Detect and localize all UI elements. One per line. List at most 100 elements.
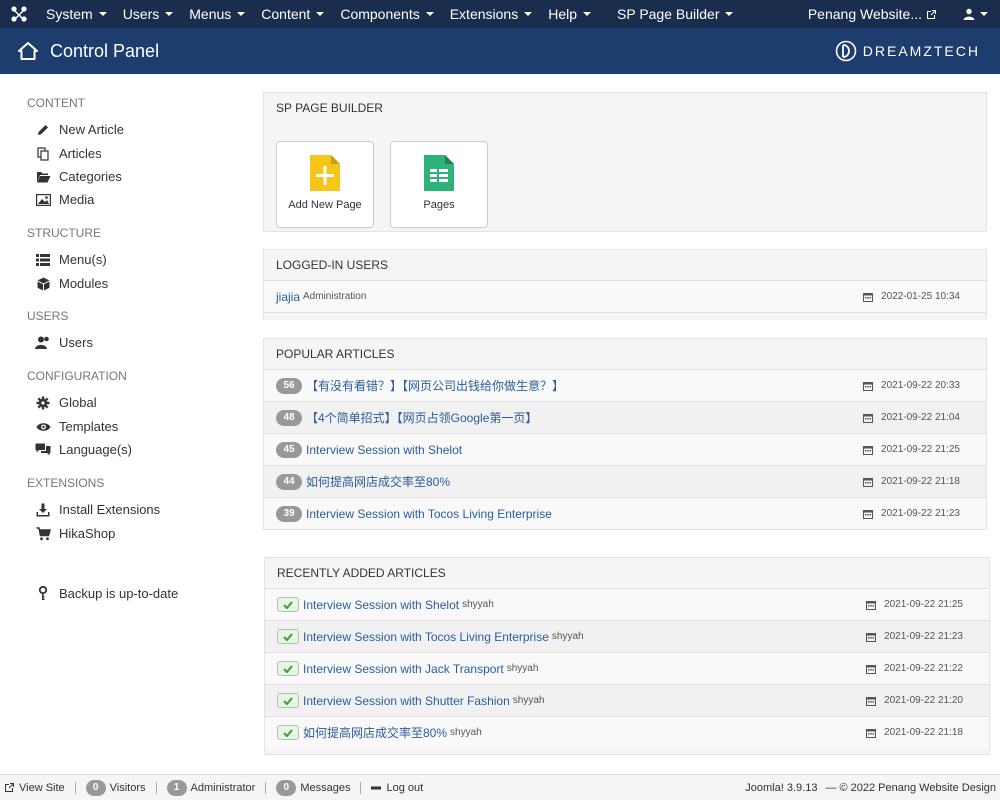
caret-down-icon (725, 12, 734, 16)
menu-sp-page-builder[interactable]: SP Page Builder (609, 0, 741, 28)
menu-label: Menus (189, 6, 232, 22)
sidebar-item-new-article[interactable]: New Article (35, 122, 124, 137)
published-check-icon[interactable] (277, 661, 299, 676)
menu-help[interactable]: Help (540, 0, 599, 28)
calendar-icon (863, 445, 874, 455)
gear-icon (35, 396, 51, 410)
menu-label: Users (122, 6, 160, 22)
sidebar-item-modules[interactable]: Modules (35, 276, 108, 291)
view-site-label: View Site (19, 781, 65, 794)
menu-label: SP Page Builder (617, 6, 720, 22)
administrator-status[interactable]: 1 Administrator (157, 775, 266, 800)
article-author: shyyah (512, 695, 545, 706)
sidebar-item-install-extensions[interactable]: Install Extensions (35, 502, 160, 517)
table-row: 如何提高网店成交率至80% shyyah 2021-09-22 21:18 (265, 716, 989, 748)
menu-system[interactable]: System (38, 0, 115, 28)
article-link[interactable]: 【4个简单招式】【网页占领Google第一页】 (306, 409, 537, 426)
sidebar-section-users: USERS (27, 309, 69, 323)
row-date: 2022-01-25 10:34 (863, 291, 960, 302)
article-link[interactable]: Interview Session with Tocos Living Ente… (303, 630, 549, 644)
published-check-icon[interactable] (277, 725, 299, 740)
article-author: shyyah (462, 599, 494, 610)
download-icon (35, 503, 51, 517)
sidebar-item-users[interactable]: Users (35, 335, 93, 350)
sidebar-item-menus[interactable]: Menu(s) (35, 252, 107, 267)
view-site-link[interactable]: View Site (0, 775, 75, 800)
logged-in-users-panel: LOGGED-IN USERS jiajia Administration 20… (263, 249, 987, 320)
calendar-icon (863, 381, 874, 391)
sidebar-item-label: HikaShop (59, 526, 116, 541)
calendar-icon (866, 696, 877, 706)
article-link[interactable]: Interview Session with Jack Transport (303, 662, 504, 676)
site-link-label: Penang Website... (807, 6, 922, 22)
page-title: Control Panel (50, 40, 160, 61)
date-text: 2021-09-22 21:23 (881, 508, 960, 519)
caret-down-icon (583, 12, 591, 16)
user-name-link[interactable]: jiajia (276, 290, 300, 304)
article-link[interactable]: Interview Session with Shelot (306, 443, 462, 457)
pages-button[interactable]: Pages (390, 141, 488, 228)
users-icon (35, 336, 51, 350)
hits-badge: 39 (276, 505, 302, 522)
menu-components[interactable]: Components (332, 0, 441, 28)
caret-down-icon (316, 12, 325, 16)
published-check-icon[interactable] (277, 597, 299, 612)
sidebar-section-structure: STRUCTURE (27, 226, 101, 240)
sidebar-item-label: Install Extensions (59, 502, 161, 517)
top-navbar: System Users Menus Content Components Ex… (0, 0, 1000, 28)
add-new-page-button[interactable]: Add New Page (276, 141, 374, 228)
sidebar-item-media[interactable]: Media (35, 192, 94, 207)
menu-users[interactable]: Users (115, 0, 182, 28)
menu-menus[interactable]: Menus (181, 0, 253, 28)
page-header: Control Panel DREAMZTECH (0, 28, 1000, 74)
menu-extensions[interactable]: Extensions (442, 0, 540, 28)
table-row: 44 如何提高网店成交率至80% 2021-09-22 21:18 (264, 465, 986, 497)
hits-badge: 44 (276, 473, 302, 490)
hits-badge: 56 (276, 377, 302, 394)
external-link-icon (5, 783, 14, 792)
joomla-logo-icon[interactable] (0, 0, 38, 28)
sidebar-item-categories[interactable]: Categories (35, 169, 122, 184)
caret-down-icon (980, 12, 988, 16)
logout-link[interactable]: Log out (361, 775, 433, 800)
menu-label: Content (261, 6, 311, 22)
user-menu-button[interactable] (947, 8, 1000, 20)
article-link[interactable]: 如何提高网店成交率至80% (306, 473, 450, 490)
messages-status[interactable]: 0 Messages (266, 775, 360, 800)
article-link[interactable]: 如何提高网店成交率至80% (303, 724, 447, 741)
topnav-right: Penang Website... (798, 0, 1000, 28)
eye-icon (35, 420, 51, 434)
status-bar: View Site 0 Visitors 1 Administrator 0 M… (0, 774, 1000, 800)
calendar-icon (863, 413, 874, 423)
article-link[interactable]: 【有没有看错？】【网页公司出钱给你做生意？】 (306, 377, 564, 394)
article-link[interactable]: Interview Session with Shelot (303, 598, 459, 612)
table-row: Interview Session with Shelot shyyah 202… (265, 588, 989, 620)
visitors-status[interactable]: 0 Visitors (76, 775, 156, 800)
sidebar: CONTENT New Article Articles Categories … (0, 74, 250, 774)
sidebar-item-languages[interactable]: Language(s) (35, 442, 132, 457)
article-link[interactable]: Interview Session with Shutter Fashion (303, 694, 510, 708)
menu-content[interactable]: Content (253, 0, 332, 28)
sidebar-item-hikashop[interactable]: HikaShop (35, 526, 115, 541)
sidebar-item-label: Language(s) (59, 442, 132, 457)
published-check-icon[interactable] (277, 693, 299, 708)
sidebar-item-label: Backup is up-to-date (59, 586, 179, 601)
article-author: shyyah (506, 663, 539, 674)
sidebar-item-articles[interactable]: Articles (35, 146, 102, 161)
sidebar-item-global[interactable]: Global (35, 395, 97, 410)
row-date: 2021-09-22 21:25 (866, 599, 963, 610)
sidebar-item-backup[interactable]: Backup is up-to-date (35, 586, 178, 601)
site-link[interactable]: Penang Website... (798, 6, 947, 22)
published-check-icon[interactable] (277, 629, 299, 644)
row-date: 2021-09-22 20:33 (863, 380, 960, 391)
pages-icon (424, 155, 454, 191)
sidebar-section-extensions: EXTENSIONS (27, 476, 105, 490)
sidebar-item-templates[interactable]: Templates (35, 419, 118, 434)
row-date: 2021-09-22 21:23 (863, 508, 960, 519)
table-row: Interview Session with Jack Transport sh… (265, 652, 989, 684)
article-author: shyyah (450, 727, 482, 738)
article-link[interactable]: Interview Session with Tocos Living Ente… (306, 507, 552, 521)
calendar-icon (863, 292, 874, 302)
key-icon (35, 586, 51, 601)
date-text: 2021-09-22 21:04 (881, 412, 960, 423)
